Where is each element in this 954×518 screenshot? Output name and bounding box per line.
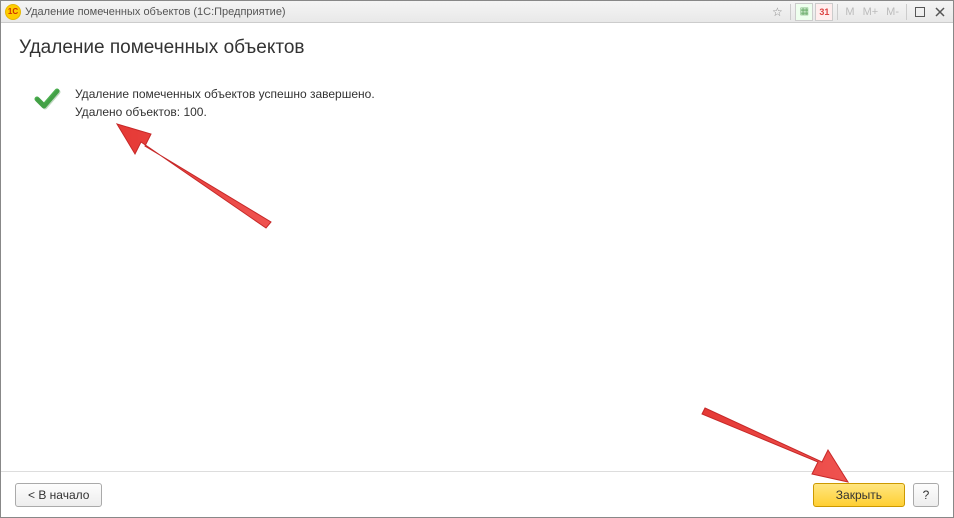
success-check-icon bbox=[33, 85, 61, 116]
result-row: Удаление помеченных объектов успешно зав… bbox=[33, 85, 935, 121]
result-text: Удаление помеченных объектов успешно зав… bbox=[75, 85, 375, 121]
window-title: Удаление помеченных объектов (1С:Предпри… bbox=[25, 6, 286, 18]
memory-mplus-button[interactable]: M+ bbox=[860, 6, 882, 18]
memory-mminus-button[interactable]: M- bbox=[883, 6, 902, 18]
titlebar-left: 1C Удаление помеченных объектов (1С:Пред… bbox=[5, 4, 286, 20]
separator bbox=[790, 4, 791, 20]
calendar-icon[interactable]: 31 bbox=[815, 3, 833, 21]
help-button[interactable]: ? bbox=[913, 483, 939, 507]
titlebar: 1C Удаление помеченных объектов (1С:Пред… bbox=[1, 1, 953, 23]
footer-bar: < В начало Закрыть ? bbox=[1, 471, 953, 517]
content-area: Удаление помеченных объектов Удаление по… bbox=[1, 23, 953, 471]
separator bbox=[837, 4, 838, 20]
page-title: Удаление помеченных объектов bbox=[19, 37, 935, 59]
app-icon: 1C bbox=[5, 4, 21, 20]
back-button[interactable]: < В начало bbox=[15, 483, 102, 507]
titlebar-right: ☆ ▦ 31 M M+ M- bbox=[768, 3, 949, 21]
annotation-arrow-icon bbox=[111, 118, 281, 238]
maximize-icon[interactable] bbox=[911, 4, 929, 20]
result-line-2: Удалено объектов: 100. bbox=[75, 103, 375, 121]
result-line-1: Удаление помеченных объектов успешно зав… bbox=[75, 85, 375, 103]
close-icon[interactable] bbox=[931, 4, 949, 20]
separator bbox=[906, 4, 907, 20]
favorite-icon[interactable]: ☆ bbox=[768, 3, 786, 21]
calculator-icon[interactable]: ▦ bbox=[795, 3, 813, 21]
close-button[interactable]: Закрыть bbox=[813, 483, 905, 507]
memory-m-button[interactable]: M bbox=[842, 6, 857, 18]
